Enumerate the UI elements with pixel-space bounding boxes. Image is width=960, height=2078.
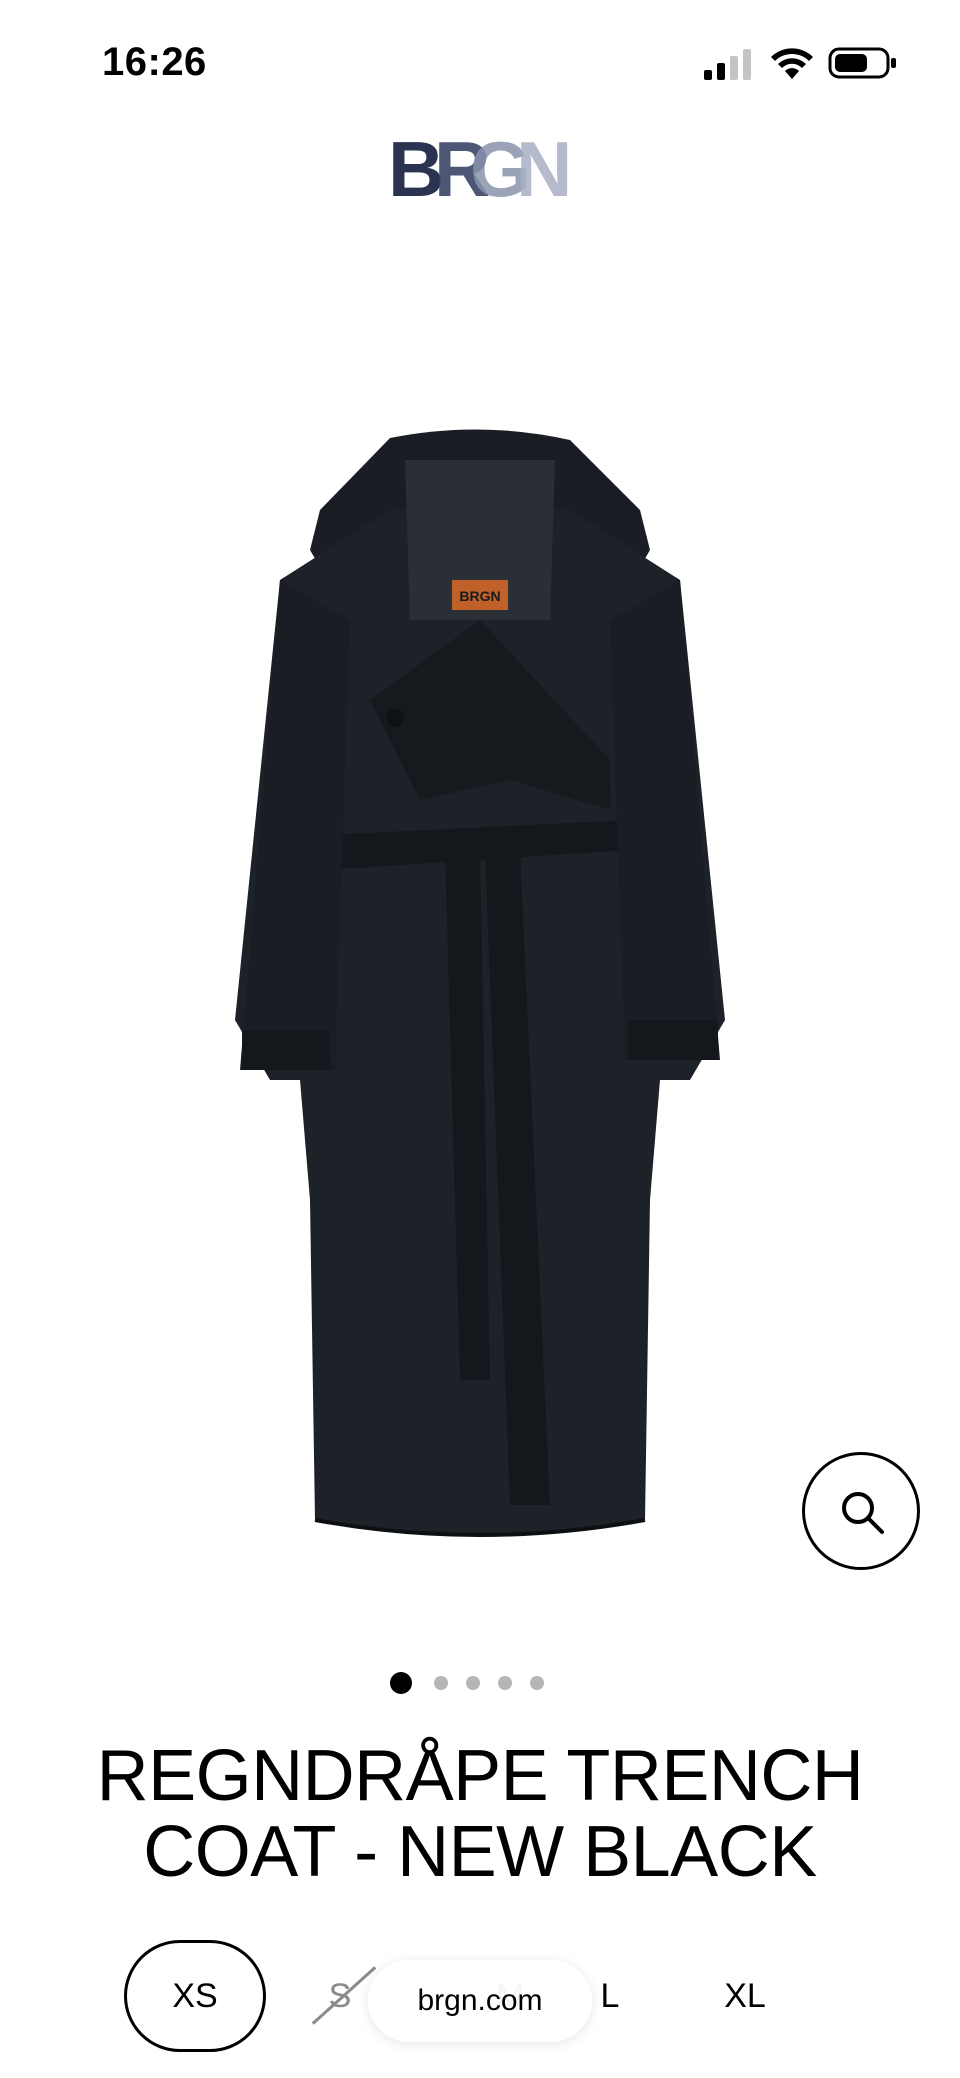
battery-icon: [828, 47, 896, 79]
size-option-xs[interactable]: XS: [124, 1940, 266, 2052]
product-title-line-2: COAT - NEW BLACK: [143, 1812, 817, 1892]
carousel-dot-5[interactable]: [530, 1676, 544, 1690]
status-time: 16:26: [102, 40, 207, 84]
size-option-l[interactable]: L: [585, 1940, 635, 2052]
brand-logo[interactable]: B R G N: [388, 132, 572, 202]
size-option-xl[interactable]: XL: [710, 1940, 780, 2052]
cellular-signal-icon: [704, 49, 751, 80]
wifi-icon: [771, 48, 813, 79]
trench-coat-image: BRGN: [235, 429, 725, 1537]
carousel-dot-1[interactable]: [390, 1672, 412, 1694]
browser-url-pill[interactable]: brgn.com: [368, 1960, 592, 2042]
svg-text:N: N: [516, 132, 572, 202]
carousel-dot-4[interactable]: [498, 1676, 512, 1690]
search-icon: [842, 1492, 884, 1534]
unavailable-strike: [311, 1966, 377, 2025]
image-carousel-dots: [390, 1672, 544, 1694]
status-bar: 16:26: [0, 0, 960, 120]
zoom-button[interactable]: [802, 1452, 920, 1570]
product-title: REGNDRÅPE TRENCH COAT - NEW BLACK: [60, 1738, 900, 1890]
product-image[interactable]: BRGN: [0, 380, 960, 1580]
carousel-dot-2[interactable]: [434, 1676, 448, 1690]
coat-label-text: BRGN: [459, 588, 500, 604]
product-title-line-1: REGNDRÅPE TRENCH: [96, 1736, 864, 1816]
carousel-dot-3[interactable]: [466, 1676, 480, 1690]
